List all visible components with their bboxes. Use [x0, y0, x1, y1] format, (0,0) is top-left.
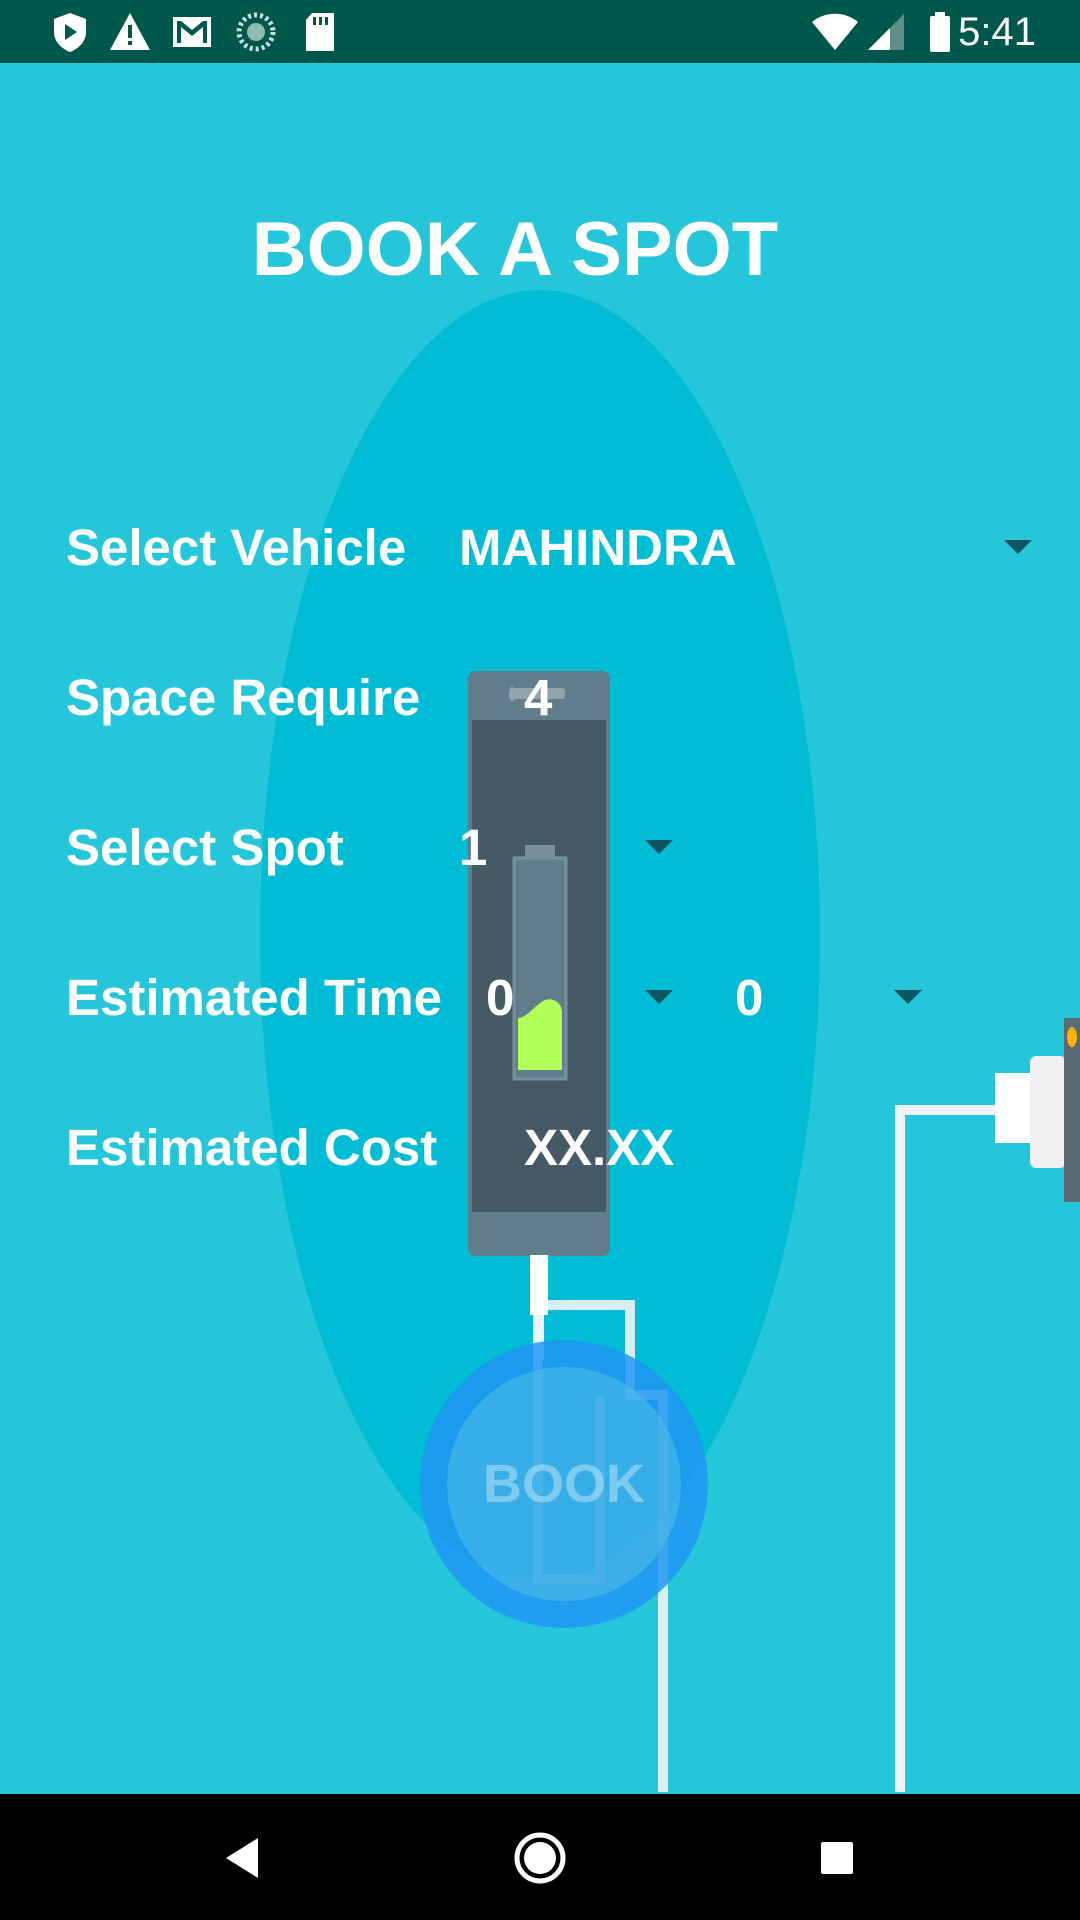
- vehicle-dropdown-arrow-icon[interactable]: [1004, 540, 1032, 554]
- home-icon[interactable]: [500, 1818, 580, 1898]
- vehicle-label: Select Vehicle: [66, 519, 407, 576]
- navigation-bar: [0, 1794, 1080, 1920]
- space-label: Space Require: [66, 669, 421, 726]
- socket-light: [1067, 1027, 1077, 1047]
- space-value: 4: [524, 669, 553, 726]
- time-hours-dropdown-value[interactable]: 0: [486, 968, 514, 1028]
- vehicle-dropdown-value[interactable]: MAHINDRA: [459, 518, 737, 578]
- cost-value: XX.XX: [524, 1119, 675, 1176]
- recents-icon[interactable]: [797, 1818, 877, 1898]
- time-minutes-dropdown-value[interactable]: 0: [735, 968, 763, 1028]
- plug-body: [995, 1073, 1033, 1143]
- wall-cable: [895, 1105, 998, 1792]
- time-label: Estimated Time: [66, 969, 443, 1026]
- time-minutes-dropdown-arrow-icon[interactable]: [894, 990, 922, 1004]
- time-hours-dropdown-arrow-icon[interactable]: [645, 990, 673, 1004]
- spot-label: Select Spot: [66, 819, 344, 876]
- back-icon[interactable]: [202, 1818, 282, 1898]
- phone-camera: [509, 687, 515, 701]
- plug-head: [1030, 1056, 1066, 1168]
- spot-dropdown-value[interactable]: 1: [459, 818, 487, 878]
- book-button[interactable]: BOOK: [447, 1367, 681, 1601]
- spot-dropdown-arrow-icon[interactable]: [645, 840, 673, 854]
- phone-connector: [530, 1255, 548, 1315]
- cost-label: Estimated Cost: [66, 1119, 438, 1176]
- page-title: BOOK A SPOT: [251, 207, 779, 292]
